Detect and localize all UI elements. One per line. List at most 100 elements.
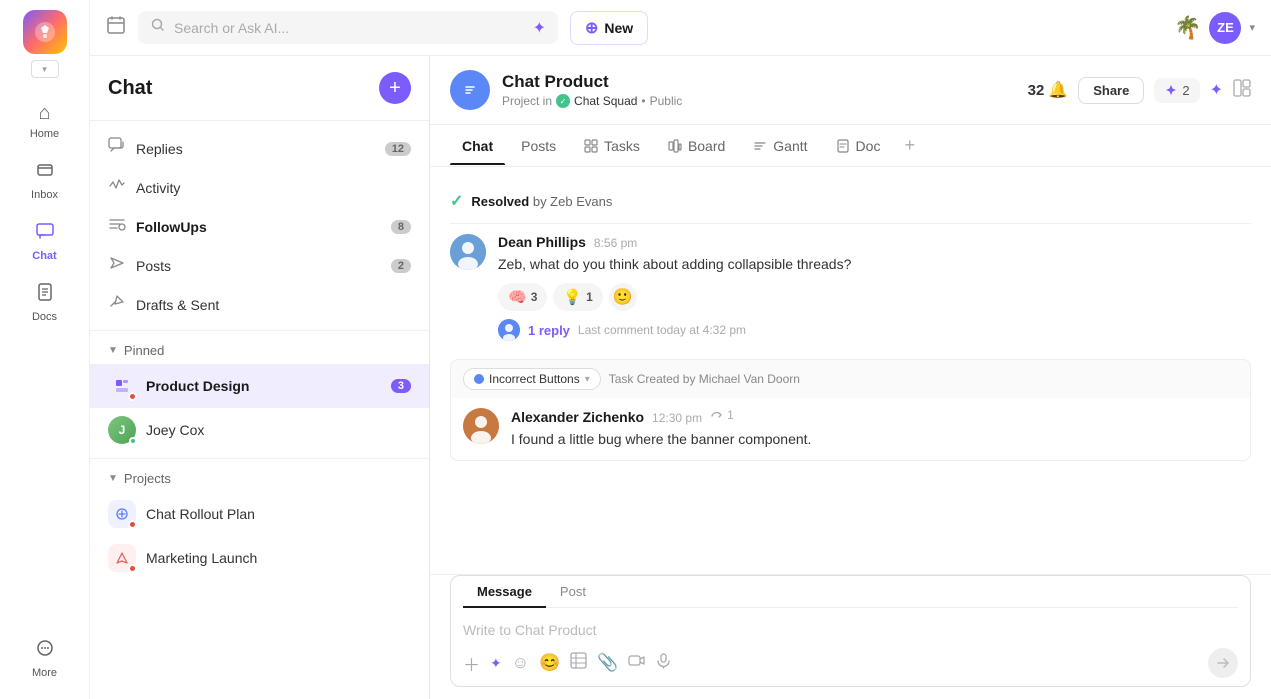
search-input[interactable] [174, 20, 525, 36]
calendar-icon[interactable] [106, 15, 126, 40]
message-alex: Alexander Zichenko 12:30 pm 1 I found a … [450, 398, 1251, 461]
dean-name: Dean Phillips [498, 234, 586, 250]
followups-icon [108, 215, 126, 238]
compose-ai-icon[interactable]: ✦ [490, 655, 502, 672]
new-button[interactable]: ⊕ New [570, 11, 648, 45]
sidebar-collapse-btn[interactable]: ▾ [31, 60, 59, 78]
search-bar[interactable]: ✦ [138, 11, 558, 44]
reply-avatar [498, 319, 520, 341]
dean-reactions: 🧠 3 💡 1 🙂 [498, 283, 1251, 311]
projects-section-header[interactable]: ▼ Projects [90, 465, 429, 492]
project-info: Chat Product Project in ✓ Chat Squad • P… [502, 72, 1016, 108]
tab-board[interactable]: Board [656, 128, 737, 164]
task-status-pill[interactable]: Incorrect Buttons ▾ [463, 368, 601, 390]
chat-list-item-product-design[interactable]: Product Design 3 [90, 364, 429, 408]
posts-label: Posts [136, 258, 381, 274]
chat-list-item-followups[interactable]: FollowUps 8 [90, 207, 429, 246]
more-icon [35, 638, 55, 664]
replies-icon [108, 137, 126, 160]
chat-list-item-drafts[interactable]: Drafts & Sent [90, 285, 429, 324]
bell-icon[interactable]: 🔔 [1048, 80, 1068, 100]
compose-send-button[interactable] [1208, 648, 1238, 678]
tab-doc[interactable]: Doc [824, 128, 893, 164]
chat-panel: Chat + Replies 12 Activity [90, 56, 430, 699]
resolved-text: Resolved by Zeb Evans [471, 194, 612, 209]
replies-badge: 12 [385, 142, 411, 156]
resolved-check-icon: ✓ [450, 191, 463, 211]
sidebar-item-inbox[interactable]: Inbox [0, 150, 89, 211]
product-design-badge: 3 [391, 379, 411, 393]
tab-tasks[interactable]: Tasks [572, 128, 652, 164]
app-logo[interactable] [23, 10, 67, 54]
ai-spark-icon: ✦ [533, 18, 546, 38]
chat-list-item-posts[interactable]: Posts 2 [90, 246, 429, 285]
sidebar-item-docs[interactable]: Docs [0, 272, 89, 333]
alex-avatar [463, 408, 499, 444]
pinned-section-header[interactable]: ▼ Pinned [90, 337, 429, 364]
search-icon [150, 17, 166, 38]
alex-message-body: Alexander Zichenko 12:30 pm 1 I found a … [511, 408, 1238, 450]
dean-message-text: Zeb, what do you think about adding coll… [498, 254, 1251, 275]
chat-list-item-activity[interactable]: Activity [90, 168, 429, 207]
reaction-bulb[interactable]: 💡 1 [553, 283, 602, 311]
project-actions: 32 🔔 Share 2 ✦ [1028, 77, 1251, 104]
compose-tabs: Message Post [463, 576, 1238, 608]
sidebar-item-label: Chat [32, 250, 56, 262]
user-chevron-icon[interactable]: ▾ [1249, 21, 1255, 34]
sidebar-item-chat[interactable]: Chat [0, 211, 89, 272]
compose-tab-message[interactable]: Message [463, 576, 546, 607]
reply-count[interactable]: 1 reply [528, 323, 570, 338]
followups-badge: 8 [391, 220, 411, 234]
chat-panel-header: Chat + [90, 56, 429, 121]
topbar: ✦ ⊕ New 🌴 ZE ▾ [90, 0, 1271, 56]
resolved-banner: ✓ Resolved by Zeb Evans [450, 183, 1251, 223]
marketing-icon [108, 544, 136, 572]
messages-area: ✓ Resolved by Zeb Evans Dean Phillips 8:… [430, 167, 1271, 574]
project-header: Chat Product Project in ✓ Chat Squad • P… [430, 56, 1271, 125]
layout-icon[interactable] [1233, 79, 1251, 102]
task-status-dot [474, 374, 484, 384]
compose-at-icon[interactable]: ☺ [512, 653, 529, 673]
reaction-brain[interactable]: 🧠 3 [498, 283, 547, 311]
replies-label: Replies [136, 141, 375, 157]
user-avatar[interactable]: ZE [1209, 12, 1241, 44]
chat-list-item-replies[interactable]: Replies 12 [90, 129, 429, 168]
product-design-label: Product Design [146, 378, 381, 394]
compose-emoji-icon[interactable]: 😊 [539, 653, 560, 673]
tab-gantt[interactable]: Gantt [741, 128, 819, 164]
alex-message-header: Alexander Zichenko 12:30 pm 1 [511, 408, 1238, 425]
sidebar-item-home[interactable]: ⌂ Home [0, 92, 89, 150]
new-label: New [604, 20, 633, 36]
sidebar-item-more[interactable]: More [0, 628, 89, 689]
topbar-right: 🌴 ZE ▾ [1174, 12, 1255, 44]
compose-attach-icon[interactable]: 📎 [597, 653, 618, 673]
project-icon [450, 70, 490, 110]
add-tab-button[interactable]: + [896, 125, 923, 166]
product-design-icon [108, 372, 136, 400]
compose-mic-icon[interactable] [655, 652, 672, 674]
add-chat-button[interactable]: + [379, 72, 411, 104]
compose-input[interactable]: Write to Chat Product [463, 616, 1238, 648]
chat-list-item-joey-cox[interactable]: J Joey Cox [90, 408, 429, 452]
ai-action-chip[interactable]: 2 [1154, 78, 1199, 103]
dean-time: 8:56 pm [594, 236, 637, 250]
compose-toolbar: ＋ ✦ ☺ 😊 📎 [463, 648, 1238, 678]
alex-name: Alexander Zichenko [511, 409, 644, 425]
chat-list-item-marketing[interactable]: Marketing Launch [90, 536, 429, 580]
compose-area: Message Post Write to Chat Product ＋ ✦ ☺… [430, 574, 1271, 699]
tab-chat[interactable]: Chat [450, 128, 505, 164]
chat-list-item-rollout[interactable]: Chat Rollout Plan [90, 492, 429, 536]
drafts-icon [108, 293, 126, 316]
compose-table-icon[interactable] [570, 652, 587, 674]
sidebar-item-label: Inbox [31, 189, 58, 201]
sidebar-item-label: More [32, 667, 57, 679]
add-reaction-button[interactable]: 🙂 [609, 283, 637, 311]
share-button[interactable]: Share [1078, 77, 1144, 104]
compose-tab-post[interactable]: Post [546, 576, 600, 607]
posts-icon [108, 254, 126, 277]
tab-posts[interactable]: Posts [509, 128, 568, 164]
compose-add-icon[interactable]: ＋ [463, 651, 480, 676]
compose-video-icon[interactable] [628, 652, 645, 674]
marketing-label: Marketing Launch [146, 550, 411, 566]
ai-star-icon[interactable]: ✦ [1210, 80, 1223, 100]
